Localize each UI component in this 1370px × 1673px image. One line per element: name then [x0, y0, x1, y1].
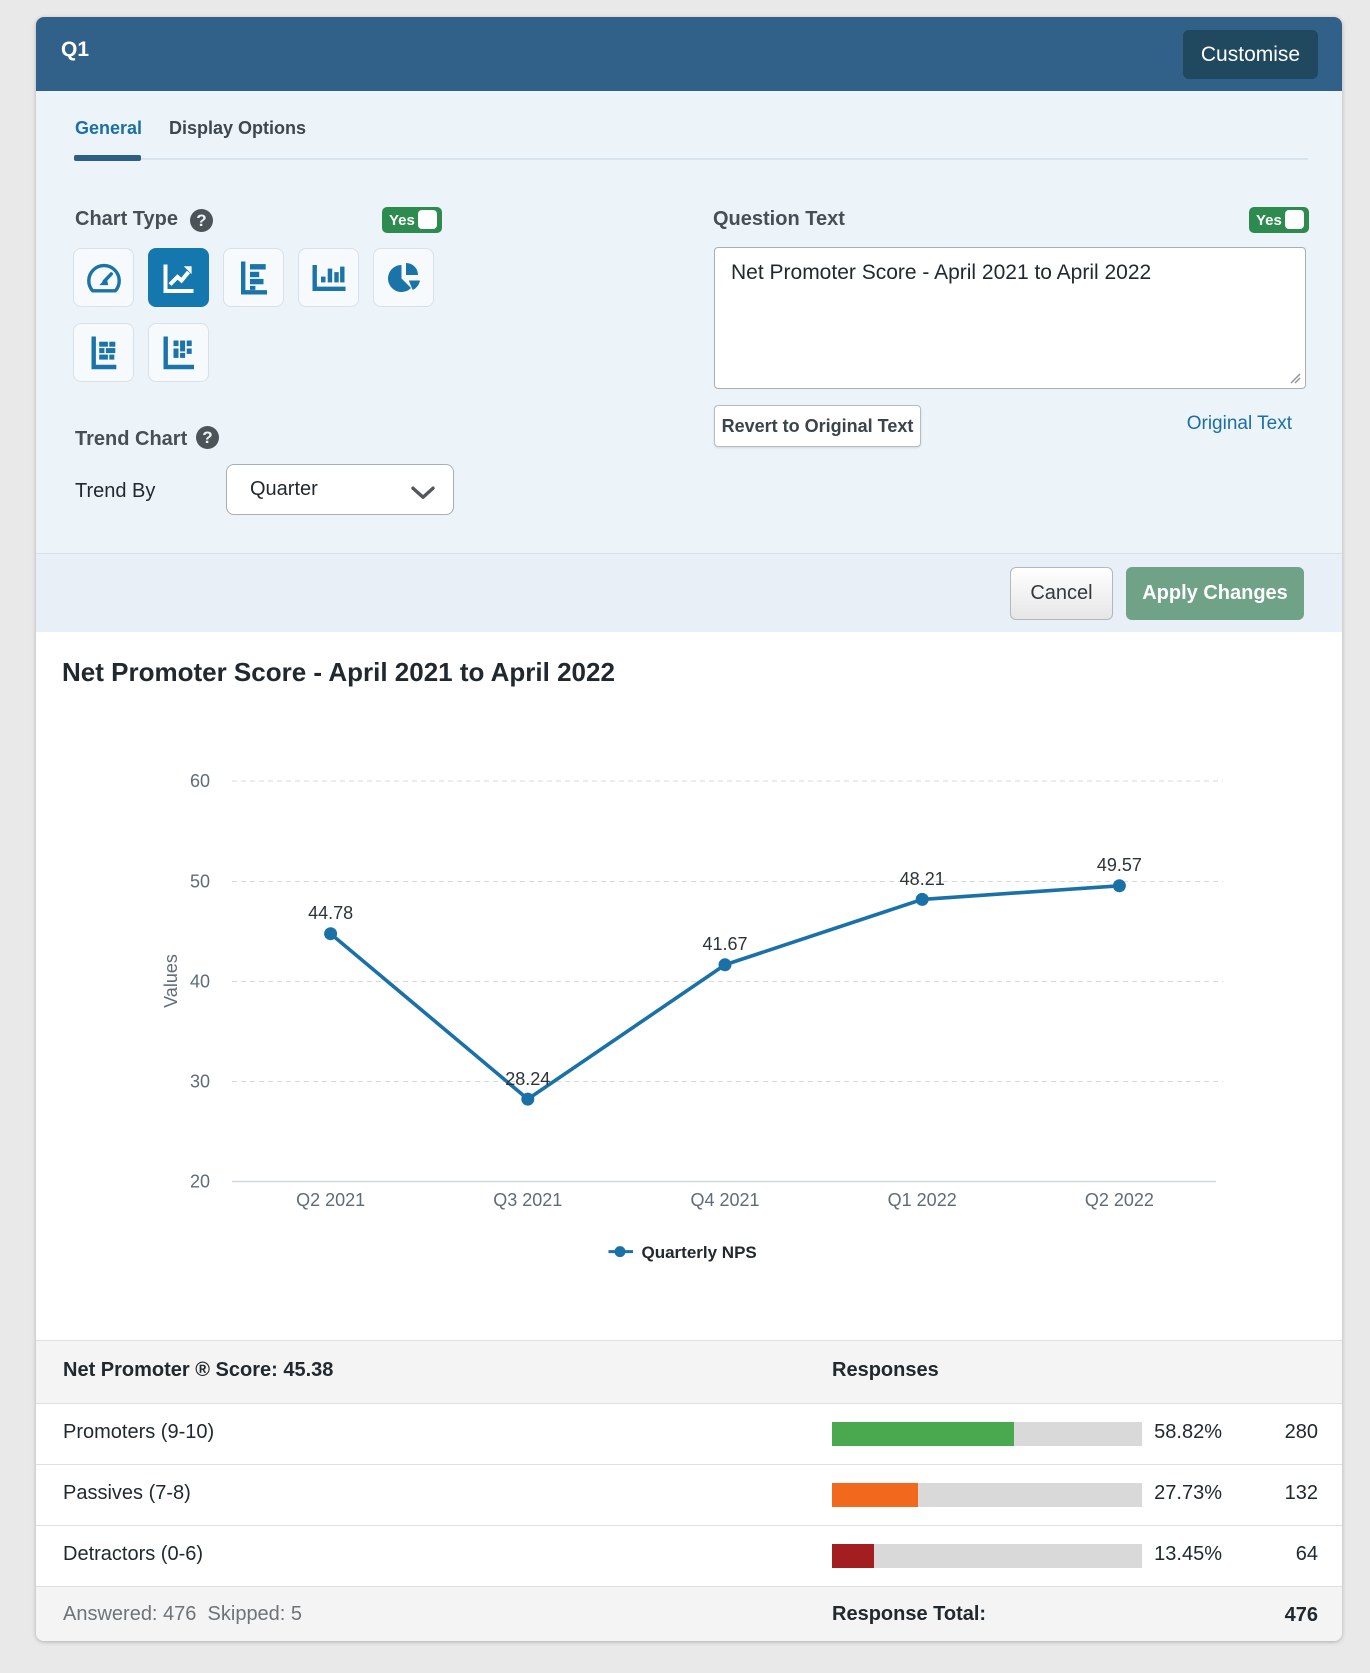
svg-text:40: 40 [190, 972, 210, 992]
svg-text:Q1 2022: Q1 2022 [888, 1190, 957, 1210]
svg-text:30: 30 [190, 1072, 210, 1092]
svg-text:41.67: 41.67 [702, 934, 747, 954]
svg-text:Q2 2021: Q2 2021 [296, 1190, 365, 1210]
svg-text:50: 50 [190, 872, 210, 892]
svg-text:Q3 2021: Q3 2021 [493, 1190, 562, 1210]
svg-text:Quarterly NPS: Quarterly NPS [642, 1243, 757, 1262]
svg-text:Values: Values [161, 954, 181, 1008]
svg-text:48.21: 48.21 [900, 869, 945, 889]
svg-text:Q4 2021: Q4 2021 [690, 1190, 759, 1210]
svg-text:49.57: 49.57 [1097, 855, 1142, 875]
svg-text:Q2 2022: Q2 2022 [1085, 1190, 1154, 1210]
svg-text:60: 60 [190, 771, 210, 791]
svg-text:20: 20 [190, 1172, 210, 1192]
svg-text:44.78: 44.78 [308, 903, 353, 923]
svg-text:28.24: 28.24 [505, 1069, 550, 1089]
